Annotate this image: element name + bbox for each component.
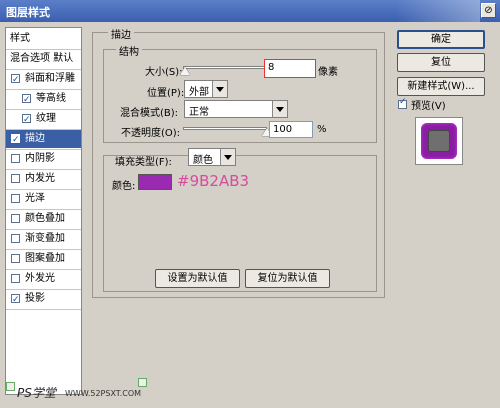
sidebar-item-label: 渐变叠加 bbox=[25, 233, 65, 244]
style-preview-thumbnail bbox=[415, 117, 463, 165]
sidebar-item-stroke[interactable]: 描边 bbox=[6, 130, 81, 148]
color-overlay-checkbox[interactable] bbox=[11, 214, 20, 223]
sidebar-item-satin[interactable]: 光泽 bbox=[6, 190, 81, 208]
close-button[interactable]: ⊘ bbox=[481, 3, 496, 18]
chevron-down-icon bbox=[220, 149, 235, 165]
opacity-slider-track[interactable] bbox=[183, 127, 267, 130]
sidebar-item-label: 光泽 bbox=[25, 193, 45, 204]
new-style-button[interactable]: 新建样式(W)... bbox=[397, 77, 485, 96]
sidebar-item-bevel-emboss[interactable]: 斜面和浮雕 bbox=[6, 70, 81, 88]
sidebar-item-outer-glow[interactable]: 外发光 bbox=[6, 270, 81, 288]
preview-label: 预览(V) bbox=[411, 101, 446, 112]
corner-marker bbox=[6, 382, 15, 391]
reset-default-button[interactable]: 复位为默认值 bbox=[245, 269, 330, 288]
fill-type-label: 填充类型(F): bbox=[115, 157, 172, 168]
bevel-emboss-checkbox[interactable] bbox=[11, 71, 20, 88]
gradient-overlay-checkbox[interactable] bbox=[11, 234, 20, 243]
drop-shadow-checkbox[interactable] bbox=[11, 291, 20, 308]
set-default-button[interactable]: 设置为默认值 bbox=[155, 269, 240, 288]
position-select[interactable]: 外部 bbox=[184, 80, 228, 98]
sidebar-item-gradient-overlay[interactable]: 渐变叠加 bbox=[6, 230, 81, 248]
sidebar-item-color-overlay[interactable]: 颜色叠加 bbox=[6, 210, 81, 228]
sidebar-item-label: 图案叠加 bbox=[25, 253, 65, 264]
reset-button[interactable]: 复位 bbox=[397, 53, 485, 72]
size-slider-track[interactable] bbox=[183, 66, 265, 69]
outer-glow-checkbox[interactable] bbox=[11, 274, 20, 283]
color-hex-value: #9B2AB3 bbox=[177, 172, 250, 190]
color-swatch[interactable] bbox=[138, 174, 172, 190]
blend-mode-select[interactable]: 正常 bbox=[184, 100, 288, 118]
sidebar-header-styles-label: 样式 bbox=[10, 33, 30, 44]
sidebar-item-label: 斜面和浮雕 bbox=[25, 73, 75, 84]
inner-shadow-checkbox[interactable] bbox=[11, 154, 20, 163]
opacity-label: 不透明度(O): bbox=[121, 128, 181, 139]
sidebar-item-label: 颜色叠加 bbox=[25, 213, 65, 224]
size-unit: 像素 bbox=[318, 67, 338, 78]
sidebar-item-contour[interactable]: 等高线 bbox=[6, 90, 81, 108]
blend-mode-label: 混合模式(B): bbox=[120, 108, 179, 119]
title-bar: 图层样式 ⊘ bbox=[0, 0, 500, 22]
sidebar-separator bbox=[6, 309, 81, 310]
sidebar-item-label: 纹理 bbox=[36, 113, 56, 124]
windows-logo-icon bbox=[395, 0, 480, 22]
stroke-section-title: 描边 bbox=[108, 26, 134, 41]
structure-title: 结构 bbox=[116, 43, 142, 58]
sidebar-item-label: 等高线 bbox=[36, 93, 66, 104]
size-slider-thumb[interactable] bbox=[180, 67, 191, 75]
sidebar-header-styles[interactable]: 样式 bbox=[6, 30, 81, 48]
sidebar-item-label: 内发光 bbox=[25, 173, 55, 184]
watermark-ps-logo: PS学堂 bbox=[17, 386, 56, 400]
window-title: 图层样式 bbox=[6, 6, 50, 19]
fill-type-value: 颜色 bbox=[193, 155, 213, 166]
opacity-input[interactable]: 100 bbox=[269, 121, 313, 138]
sidebar-item-label: 内阴影 bbox=[25, 153, 55, 164]
stroke-checkbox[interactable] bbox=[11, 131, 20, 148]
color-label: 颜色: bbox=[112, 181, 136, 192]
sidebar-item-label: 描边 bbox=[25, 133, 45, 144]
opacity-unit: % bbox=[317, 124, 327, 135]
preview-checkbox[interactable] bbox=[398, 97, 407, 109]
chevron-down-icon bbox=[272, 101, 287, 117]
preview-fill-shape bbox=[428, 130, 450, 152]
texture-checkbox[interactable] bbox=[22, 111, 31, 128]
sidebar-item-texture[interactable]: 纹理 bbox=[6, 110, 81, 128]
sidebar-item-inner-glow[interactable]: 内发光 bbox=[6, 170, 81, 188]
sidebar-item-pattern-overlay[interactable]: 图案叠加 bbox=[6, 250, 81, 268]
sidebar-item-inner-shadow[interactable]: 内阴影 bbox=[6, 150, 81, 168]
blend-mode-value: 正常 bbox=[189, 107, 209, 118]
fill-type-select[interactable]: 颜色 bbox=[188, 148, 236, 166]
contour-checkbox[interactable] bbox=[22, 91, 31, 108]
watermark-url: WWW.52PSXT.COM bbox=[65, 389, 142, 398]
satin-checkbox[interactable] bbox=[11, 194, 20, 203]
corner-marker bbox=[138, 378, 147, 387]
size-label: 大小(S): bbox=[145, 67, 183, 78]
sidebar-header-blend-options[interactable]: 混合选项 默认 bbox=[6, 50, 81, 68]
ok-button[interactable]: 确定 bbox=[397, 30, 485, 49]
inner-glow-checkbox[interactable] bbox=[11, 174, 20, 183]
sidebar-item-label: 投影 bbox=[25, 293, 45, 304]
size-input[interactable]: 8 bbox=[264, 59, 316, 78]
sidebar-header-blend-label: 混合选项 默认 bbox=[10, 53, 74, 64]
styles-list: 样式 混合选项 默认 斜面和浮雕 等高线 纹理 描边 内阴影 内发光 光泽 颜色… bbox=[5, 27, 82, 395]
position-value: 外部 bbox=[189, 87, 209, 98]
sidebar-item-drop-shadow[interactable]: 投影 bbox=[6, 290, 81, 308]
position-label: 位置(P): bbox=[147, 88, 185, 99]
sidebar-item-label: 外发光 bbox=[25, 273, 55, 284]
pattern-overlay-checkbox[interactable] bbox=[11, 254, 20, 263]
chevron-down-icon bbox=[212, 81, 227, 97]
